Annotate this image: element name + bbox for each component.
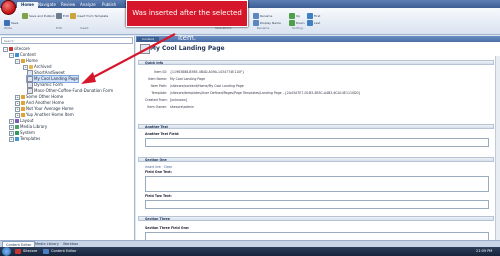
another-text-field[interactable]	[145, 138, 489, 147]
sitecore-icon	[9, 47, 13, 51]
last-button[interactable]: Last	[307, 18, 320, 28]
section-three[interactable]: Section Three	[138, 216, 494, 221]
start-button-icon[interactable]	[2, 247, 11, 256]
field-two-label: Field Two Text:	[145, 194, 172, 198]
sitecore-icon	[15, 249, 21, 254]
field-two-text[interactable]	[145, 200, 489, 209]
insert-link-clear[interactable]: Insert link · Clear	[145, 165, 172, 169]
folder-icon	[29, 65, 33, 69]
another-text-field-label: Another Text Field:	[145, 132, 180, 136]
group-sorting: Sorting	[292, 26, 303, 30]
media-icon	[15, 125, 19, 129]
field-one-text[interactable]	[145, 176, 489, 192]
section-three-field-one-label: Section Three Field One:	[145, 226, 190, 230]
templates-icon	[15, 137, 19, 141]
field-one-label: Field One Text:	[145, 170, 172, 174]
home-icon	[21, 107, 25, 111]
editor-scrollbar[interactable]	[495, 56, 500, 240]
tree-node-templates[interactable]: + Templates	[9, 136, 40, 142]
edit-icon	[56, 13, 62, 19]
group-write: Write	[4, 26, 12, 30]
home-icon	[21, 113, 25, 117]
group-rename: Rename	[257, 26, 270, 30]
content-editor-icon	[43, 249, 49, 254]
home-icon	[21, 59, 25, 63]
template-icon	[70, 13, 76, 19]
callout-box: Was inserted after the selected item.	[126, 0, 248, 42]
save-publish-button[interactable]: Save and Publish	[22, 11, 55, 21]
publish-icon	[22, 13, 28, 19]
system-icon	[15, 131, 19, 135]
sitecore-logo-icon[interactable]	[1, 0, 16, 15]
home-icon	[21, 95, 25, 99]
section-one[interactable]: Section One	[138, 157, 494, 162]
taskbar-sitecore[interactable]: Sitecore	[14, 248, 37, 255]
content-icon	[15, 53, 19, 57]
taskbar-content-editor[interactable]: Content Editor	[42, 248, 76, 255]
last-icon	[307, 20, 313, 26]
home-icon	[21, 101, 25, 105]
layout-icon	[15, 119, 19, 123]
taskbar-clock: 21:09 PM	[476, 249, 493, 253]
